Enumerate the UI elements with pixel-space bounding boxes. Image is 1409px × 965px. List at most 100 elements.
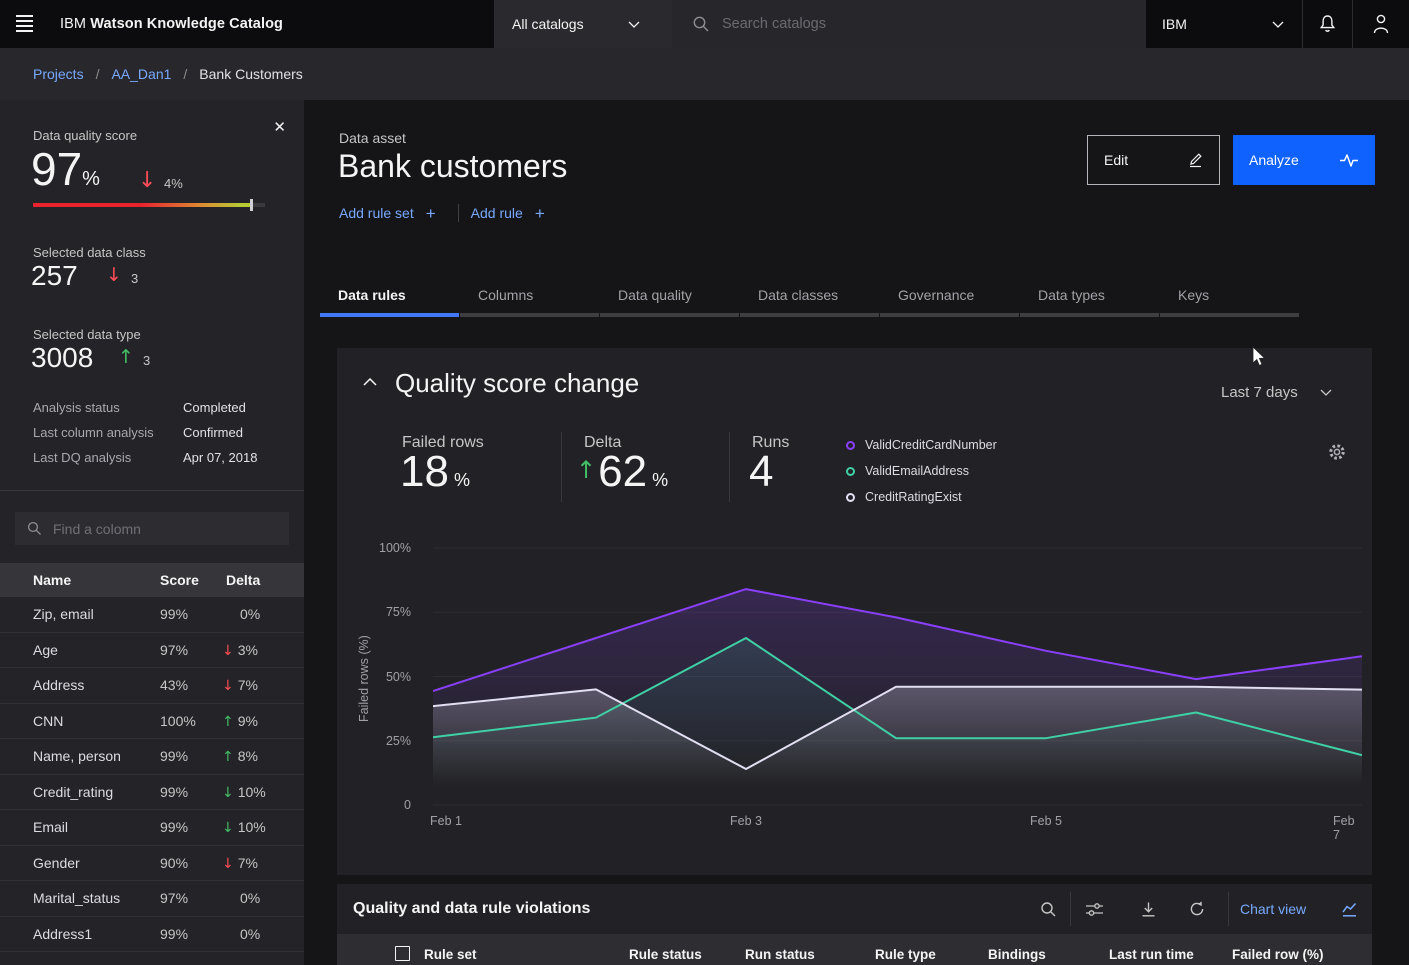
page-title: Bank customers xyxy=(338,148,567,185)
y-tick-label: 75% xyxy=(349,605,411,619)
analysis-value: Apr 07, 2018 xyxy=(183,450,257,465)
tab-columns[interactable]: Columns xyxy=(460,280,599,317)
breadcrumb-item[interactable]: Projects xyxy=(33,66,84,82)
tab-governance[interactable]: Governance xyxy=(880,280,1019,317)
toolbar-divider xyxy=(1070,892,1071,926)
breadcrumb-item: Bank Customers xyxy=(199,66,302,82)
legend-item[interactable]: ValidEmailAddress xyxy=(846,458,997,484)
analysis-row: Last column analysisConfirmed xyxy=(0,425,304,450)
download-icon[interactable] xyxy=(1135,896,1161,922)
filter-sliders-icon[interactable] xyxy=(1081,896,1107,922)
account-selector[interactable]: IBM xyxy=(1146,0,1302,48)
find-column-input[interactable] xyxy=(53,512,281,545)
column-name: Address xyxy=(33,677,84,693)
data-type-delta: 3 xyxy=(143,353,150,368)
violations-column-header[interactable]: Rule set xyxy=(424,947,477,962)
x-tick-label: Feb 3 xyxy=(730,814,762,828)
table-row[interactable]: Address199%0% xyxy=(0,917,304,953)
catalog-selector[interactable]: All catalogs xyxy=(494,0,672,48)
violations-column-header[interactable]: Last run time xyxy=(1109,947,1194,962)
search-input[interactable] xyxy=(722,0,1122,48)
violations-column-header[interactable]: Rule status xyxy=(629,947,702,962)
tab-bar: Data rules Columns Data quality Data classe… xyxy=(320,280,1300,317)
table-row[interactable]: Credit_rating99%↓10% xyxy=(0,775,304,811)
plus-icon[interactable]: + xyxy=(426,205,436,222)
column-delta: 0% xyxy=(240,890,260,906)
column-score: 99% xyxy=(160,819,188,835)
tab-data-quality[interactable]: Data quality xyxy=(600,280,739,317)
tab-underline xyxy=(320,313,459,317)
column-table-header: Name Score Delta xyxy=(0,563,304,597)
column-name: Zip, email xyxy=(33,606,94,622)
table-row[interactable]: Gender90%↓7% xyxy=(0,846,304,882)
tab-data-classes[interactable]: Data classes xyxy=(740,280,879,317)
column-score: 99% xyxy=(160,784,188,800)
tab-underline xyxy=(1160,313,1299,317)
violations-column-header[interactable]: Failed row (%) xyxy=(1232,947,1324,962)
tab-underline xyxy=(880,313,1019,317)
legend-item[interactable]: CreditRatingExist xyxy=(846,484,997,510)
tab-data-rules[interactable]: Data rules xyxy=(320,280,459,317)
analyze-button[interactable]: Analyze xyxy=(1233,135,1375,185)
column-delta: ↓7% xyxy=(222,855,258,871)
analysis-value: Completed xyxy=(183,400,246,415)
chevron-down-icon xyxy=(1272,21,1284,28)
top-navigation-bar: IBM Watson Knowledge Catalog All catalog… xyxy=(0,0,1409,48)
select-all-checkbox[interactable] xyxy=(395,946,410,961)
user-profile-icon[interactable] xyxy=(1372,13,1390,34)
column-score: 97% xyxy=(160,890,188,906)
notifications-bell-icon[interactable] xyxy=(1318,14,1337,34)
violations-column-header[interactable]: Run status xyxy=(745,947,815,962)
analysis-row: Analysis statusCompleted xyxy=(0,400,304,425)
arrow-down-icon: ↓ xyxy=(138,170,156,192)
arrow-up-icon: ↑ xyxy=(576,458,596,482)
legend-item[interactable]: ValidCreditCardNumber xyxy=(846,432,997,458)
legend-swatch xyxy=(846,467,855,476)
add-rule-link[interactable]: Add rule xyxy=(471,205,523,221)
x-tick-label: Feb 7 xyxy=(1333,814,1359,842)
breadcrumb-item[interactable]: AA_Dan1 xyxy=(111,66,171,82)
close-icon[interactable]: ✕ xyxy=(273,118,286,136)
hamburger-menu-icon[interactable] xyxy=(16,15,36,33)
arrow-down-icon: ↓ xyxy=(222,820,234,836)
add-rule-set-link[interactable]: Add rule set xyxy=(339,205,414,221)
column-delta: ↑8% xyxy=(222,748,258,764)
arrow-down-icon: ↓ xyxy=(106,266,122,285)
arrow-down-icon: ↓ xyxy=(222,856,234,872)
table-row[interactable]: Name, person99%↑8% xyxy=(0,739,304,775)
table-row[interactable]: Marital_status97%0% xyxy=(0,881,304,917)
y-tick-label: 25% xyxy=(349,734,411,748)
gear-icon[interactable] xyxy=(1327,442,1347,462)
pencil-icon xyxy=(1187,152,1203,168)
table-row[interactable]: Address43%↓7% xyxy=(0,668,304,704)
legend-label: ValidEmailAddress xyxy=(865,464,969,478)
dq-score-label: Data quality score xyxy=(33,128,137,143)
plus-icon[interactable]: + xyxy=(535,205,545,222)
tab-label: Data quality xyxy=(618,287,692,303)
divider xyxy=(0,490,304,491)
column-score: 99% xyxy=(160,606,188,622)
violations-column-header[interactable]: Rule type xyxy=(875,947,936,962)
refresh-icon[interactable] xyxy=(1184,896,1210,922)
line-chart-icon[interactable] xyxy=(1342,902,1357,917)
x-tick-label: Feb 5 xyxy=(1030,814,1062,828)
time-range-selector[interactable]: Last 7 days xyxy=(1221,384,1332,401)
table-row[interactable]: Zip, email99%0% xyxy=(0,597,304,633)
dq-score-value: 97% xyxy=(31,146,100,192)
chevron-up-icon[interactable] xyxy=(363,378,377,386)
tab-keys[interactable]: Keys xyxy=(1160,280,1299,317)
chart-view-toggle[interactable]: Chart view xyxy=(1240,901,1306,917)
legend-swatch xyxy=(846,441,855,450)
arrow-up-icon: ↑ xyxy=(222,714,234,730)
table-row[interactable]: Age97%↓3% xyxy=(0,633,304,669)
column-name: Name, person xyxy=(33,748,121,764)
table-row[interactable]: CNN100%↑9% xyxy=(0,704,304,740)
topbar-divider xyxy=(1302,0,1303,48)
tab-underline xyxy=(600,313,739,317)
search-icon[interactable] xyxy=(1035,896,1061,922)
tab-data-types[interactable]: Data types xyxy=(1020,280,1159,317)
tab-label: Data rules xyxy=(338,287,406,303)
violations-column-header[interactable]: Bindings xyxy=(988,947,1046,962)
edit-button[interactable]: Edit xyxy=(1087,135,1220,185)
table-row[interactable]: Email99%↓10% xyxy=(0,810,304,846)
